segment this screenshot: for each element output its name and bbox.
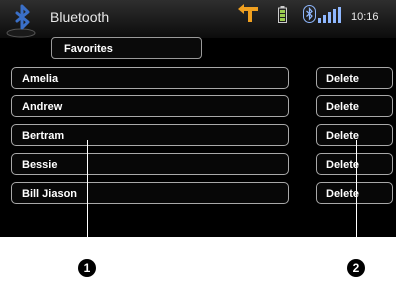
favorites-button[interactable]: Favorites <box>51 37 202 59</box>
callout-badge-1: 1 <box>78 259 96 277</box>
contact-row-amelia[interactable]: Amelia <box>11 67 289 89</box>
bluetooth-logo-icon <box>6 4 36 38</box>
delete-button-andrew[interactable]: Delete <box>316 95 393 117</box>
battery-icon <box>278 6 287 23</box>
app-title: Bluetooth <box>50 9 110 25</box>
delete-button-bertram[interactable]: Delete <box>316 124 393 146</box>
contact-row-bertram[interactable]: Bertram <box>11 124 289 146</box>
bluetooth-status-icon <box>303 5 316 23</box>
contact-row-bill-jiason[interactable]: Bill Jiason <box>11 182 289 204</box>
delete-button-amelia[interactable]: Delete <box>316 67 393 89</box>
delete-button-bill-jiason[interactable]: Delete <box>316 182 393 204</box>
contact-row-andrew[interactable]: Andrew <box>11 95 289 117</box>
bluetooth-screen: Bluetooth 10:16 Favorites Amelia Delete … <box>0 0 396 237</box>
contact-row-bessie[interactable]: Bessie <box>11 153 289 175</box>
delete-button-bessie[interactable]: Delete <box>316 153 393 175</box>
status-bar: Bluetooth 10:16 <box>0 0 396 38</box>
callout-line-1 <box>87 140 88 262</box>
clock: 10:16 <box>351 11 379 23</box>
callout-line-2 <box>356 140 357 262</box>
navigation-arrow-icon <box>238 4 258 22</box>
callout-badge-2: 2 <box>347 259 365 277</box>
signal-strength-icon <box>318 7 341 23</box>
